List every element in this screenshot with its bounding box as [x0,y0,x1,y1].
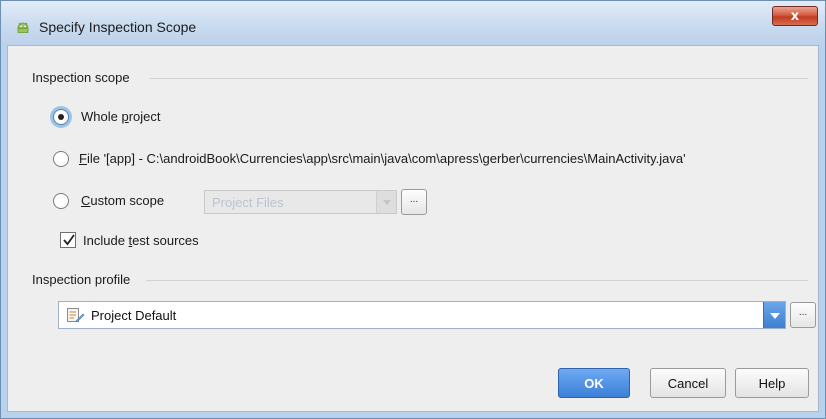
whole-project-radio[interactable] [53,109,69,125]
dialog-window: Specify Inspection Scope x Inspection sc… [0,0,826,419]
file-scope-radio[interactable] [53,151,69,167]
ok-button[interactable]: OK [558,368,630,398]
scope-separator [150,78,808,79]
custom-scope-browse-button[interactable]: ... [401,189,427,215]
inspection-profile-icon [67,308,85,322]
inspection-scope-heading: Inspection scope [32,70,130,85]
custom-scope-select-value: Project Files [212,195,284,210]
custom-scope-radio[interactable] [53,193,69,209]
inspection-profile-value: Project Default [91,308,177,323]
file-scope-label[interactable]: File '[app] - C:\androidBook\Currencies\… [79,151,686,166]
custom-scope-select: Project Files [204,190,397,214]
inspection-profile-select[interactable]: Project Default [58,301,786,329]
chevron-down-icon[interactable] [763,302,785,328]
inspection-profile-heading: Inspection profile [32,272,131,287]
include-test-sources-checkbox[interactable] [60,232,76,248]
whole-project-label[interactable]: Whole project [81,109,161,124]
inspection-profile-browse-button[interactable]: ... [790,302,816,328]
chevron-down-icon [376,191,396,213]
close-button[interactable]: x [772,6,818,26]
help-button[interactable]: Help [735,368,809,398]
include-test-sources-label[interactable]: Include test sources [83,233,199,248]
title-bar[interactable]: Specify Inspection Scope x [1,1,825,45]
profile-separator [146,280,808,281]
dialog-content: Inspection scope Whole project File '[ap… [7,45,819,412]
window-title: Specify Inspection Scope [39,19,197,35]
android-icon [17,22,29,33]
cancel-button[interactable]: Cancel [650,368,726,398]
custom-scope-label[interactable]: Custom scope [81,193,164,208]
close-icon: x [790,8,800,24]
checkmark-icon [63,234,75,246]
